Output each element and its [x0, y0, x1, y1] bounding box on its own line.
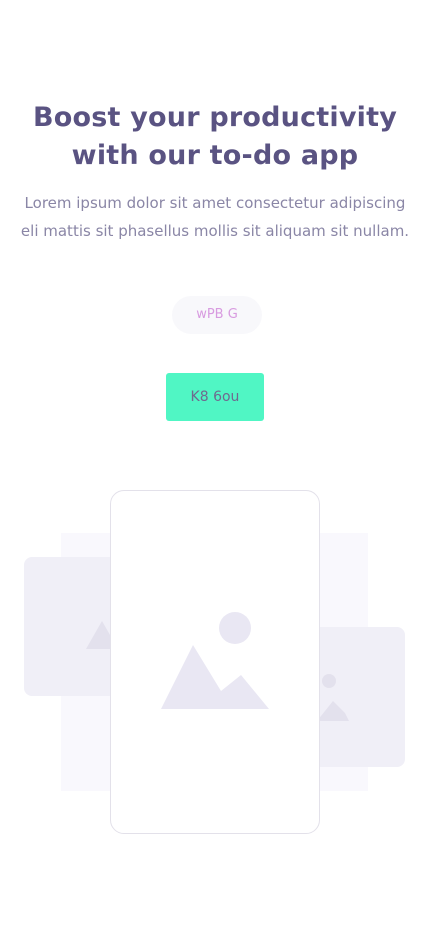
image-placeholder-icon [161, 612, 269, 709]
phone-mockup-card [110, 490, 320, 834]
hero-description: Lorem ipsum dolor sit amet consectetur a… [20, 189, 410, 245]
hero-description-line-2: eli mattis sit phasellus mollis sit aliq… [20, 222, 410, 240]
tag-pill: wPB G [172, 296, 262, 334]
hero-title-line-2: with our to-do app [71, 140, 359, 171]
cta-button[interactable]: K8 6ou [166, 373, 264, 421]
hero-description-line-1: Lorem ipsum dolor sit amet consectetur a… [24, 194, 406, 212]
hero-title-line-1: Boost your productivity [32, 102, 397, 133]
hero-title: Boost your productivity with our to-do a… [0, 99, 430, 175]
